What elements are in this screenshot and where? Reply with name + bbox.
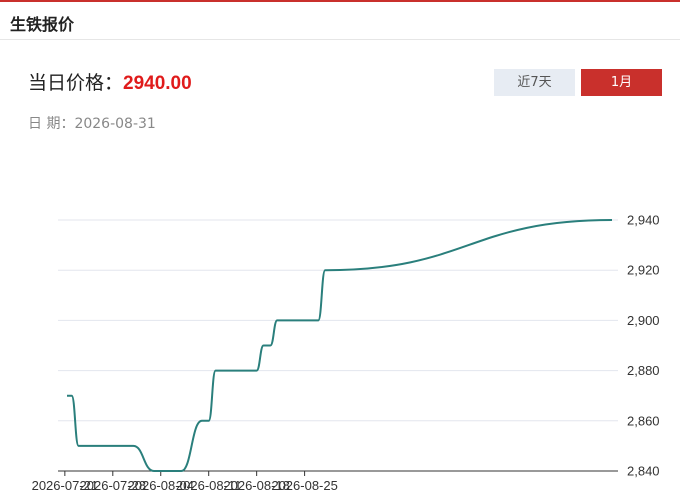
x-tick-label: 2026-08-25 (271, 478, 338, 492)
y-tick-label: 2,880 (627, 363, 660, 378)
y-tick-label: 2,840 (627, 464, 660, 479)
price-line-chart: 2,8402,8602,8802,9002,9202,940 2026-07-2… (32, 213, 660, 492)
y-tick-label: 2,860 (627, 413, 660, 428)
y-tick-label: 2,900 (627, 313, 660, 328)
y-tick-label: 2,940 (627, 213, 660, 228)
y-tick-label: 2,920 (627, 263, 660, 278)
price-series-line (67, 219, 613, 472)
